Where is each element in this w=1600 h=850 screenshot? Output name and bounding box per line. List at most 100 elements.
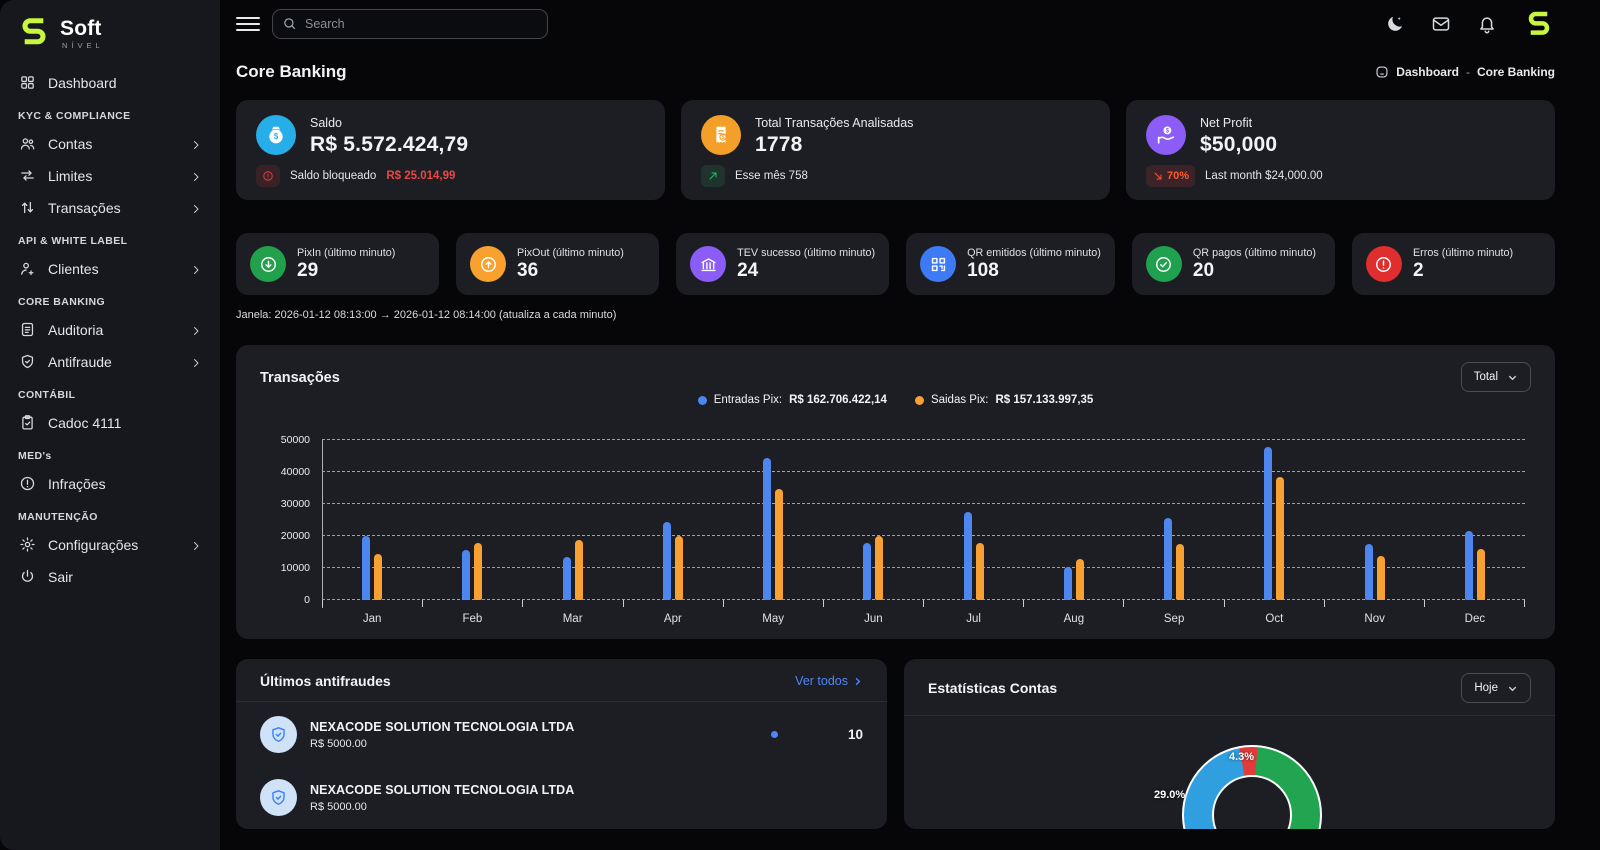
brand-avatar[interactable]	[1523, 8, 1555, 40]
antifraud-amount: R$ 5000.00	[310, 800, 367, 813]
sidebar-item-configuracoes[interactable]: Configurações	[8, 529, 212, 560]
chart-plot: 0 10000 20000 30000 40000 50000	[281, 434, 1525, 608]
mail-icon[interactable]	[1431, 14, 1451, 34]
stat-card-value: $50,000	[1200, 133, 1278, 156]
x-axis-tick-label: Sep	[1163, 613, 1185, 625]
stat-card-net-profit: $ Net Profit $50,000 70% Last month $24,…	[1126, 100, 1555, 200]
home-icon	[1375, 65, 1389, 79]
bar-group-jul	[924, 440, 1024, 600]
qr-code-icon	[920, 246, 957, 282]
stat-card-label: Saldo	[310, 116, 342, 130]
shield-avatar-icon	[260, 716, 297, 753]
sidebar-item-auditoria[interactable]: Auditoria	[8, 314, 212, 345]
audit-doc-icon	[18, 321, 36, 339]
menu-toggle-button[interactable]	[236, 15, 260, 33]
antifraud-company-name: NEXACODE SOLUTION TECNOLOGIA LTDA	[310, 719, 575, 734]
stat-card-saldo: $ Saldo R$ 5.572.424,79 Saldo bloqueado …	[236, 100, 665, 200]
chart-plot-zone: 0 10000 20000 30000 40000 50000 Jan Feb Mar Apr M…	[270, 434, 1526, 625]
bar-saidas-pix[interactable]	[1276, 477, 1285, 600]
moon-icon[interactable]	[1385, 14, 1405, 34]
sidebar-section-api-white-label: API & WHITE LABEL	[18, 235, 128, 247]
bar-saidas-pix[interactable]	[775, 489, 784, 600]
antifraud-list-item[interactable]: NEXACODE SOLUTION TECNOLOGIA LTDA R$ 500…	[236, 702, 887, 765]
bar-saidas-pix[interactable]	[1476, 549, 1485, 600]
antifraud-count: 10	[847, 727, 863, 742]
sidebar-item-transacoes[interactable]: Transações	[8, 192, 212, 223]
stat-card-label: Total Transações Analisadas	[755, 116, 914, 130]
bar-entradas-pix[interactable]	[1063, 567, 1072, 600]
breadcrumb-home[interactable]: Dashboard	[1396, 65, 1459, 79]
sidebar-item-clientes[interactable]: Clientes	[8, 253, 212, 284]
bar-entradas-pix[interactable]	[963, 512, 972, 600]
bar-saidas-pix[interactable]	[1075, 559, 1084, 600]
antifraud-list-item[interactable]: NEXACODE SOLUTION TECNOLOGIA LTDA R$ 500…	[236, 765, 887, 828]
chart-filter-select[interactable]: Total	[1460, 362, 1531, 392]
metric-card-label: Erros (último minuto)	[1412, 246, 1514, 259]
sidebar-section-core-banking: CORE BANKING	[18, 296, 106, 308]
sidebar-nav: Dashboard KYC & COMPLIANCE Contas Limites Tr…	[0, 60, 220, 599]
metric-card-value: 29	[297, 259, 319, 281]
sidebar-item-cadoc-4111[interactable]: Cadoc 4111	[8, 407, 212, 438]
sidebar-item-sair[interactable]: Sair	[8, 561, 212, 592]
x-axis-tick-label: Dec	[1464, 613, 1486, 625]
accounts-stats-filter-value: Hoje	[1474, 682, 1498, 694]
bar-entradas-pix[interactable]	[1464, 531, 1473, 600]
chevron-right-icon	[190, 138, 202, 150]
chevron-right-icon	[190, 324, 202, 336]
bar-group-sep	[1124, 440, 1224, 600]
x-axis-tick-label: Jan	[362, 613, 382, 625]
bar-saidas-pix[interactable]	[674, 536, 683, 600]
stat-card-value: 1778	[755, 133, 803, 156]
bar-saidas-pix[interactable]	[474, 543, 483, 600]
bar-entradas-pix[interactable]	[362, 536, 371, 600]
chevron-right-icon	[855, 677, 861, 685]
bar-entradas-pix[interactable]	[863, 543, 872, 600]
accounts-stats-card: Estatísticas Contas Hoje 4.3% 29.0%	[904, 659, 1555, 829]
soft-logo-icon	[22, 18, 46, 45]
sidebar-item-dashboard[interactable]: Dashboard	[8, 67, 212, 98]
sidebar-item-limites[interactable]: Limites	[8, 160, 212, 191]
bar-saidas-pix[interactable]	[1176, 544, 1185, 600]
bar-saidas-pix[interactable]	[1376, 556, 1385, 600]
x-axis-tick-label: Jun	[864, 613, 883, 625]
metric-card-label: QR pagos (último minuto)	[1192, 246, 1316, 259]
metric-card-value: 2	[1412, 259, 1424, 281]
bar-entradas-pix[interactable]	[1164, 518, 1173, 600]
breadcrumb: Dashboard - Core Banking	[1375, 65, 1555, 79]
bar-entradas-pix[interactable]	[462, 550, 471, 600]
antifraud-list: NEXACODE SOLUTION TECNOLOGIA LTDA R$ 500…	[236, 702, 887, 828]
bar-saidas-pix[interactable]	[975, 543, 984, 600]
x-axis-tick-label: May	[762, 613, 784, 625]
y-axis-tick-label: 30000	[280, 498, 310, 510]
bell-icon[interactable]	[1477, 14, 1497, 34]
x-axis-tick-label: Apr	[663, 613, 682, 625]
sidebar-item-label: Auditoria	[48, 321, 104, 338]
bar-group-aug	[1024, 440, 1124, 600]
bar-entradas-pix[interactable]	[763, 458, 772, 600]
metric-card-label: PixOut (último minuto)	[517, 246, 624, 259]
bar-entradas-pix[interactable]	[662, 522, 671, 600]
brand-logo[interactable]: Soft NÍVEL	[0, 0, 220, 60]
bar-entradas-pix[interactable]	[1264, 447, 1273, 600]
bar-saidas-pix[interactable]	[574, 540, 583, 600]
sidebar-item-contas[interactable]: Contas	[8, 128, 212, 159]
x-axis-tick-label: Mar	[562, 613, 583, 625]
antifraud-see-all-link[interactable]: Ver todos	[795, 674, 863, 688]
sidebar-item-antifraude[interactable]: Antifraude	[8, 346, 212, 377]
bar-entradas-pix[interactable]	[1364, 544, 1373, 600]
accounts-stats-filter-select[interactable]: Hoje	[1461, 673, 1531, 703]
clipboard-icon	[18, 414, 36, 432]
search-input[interactable]	[272, 9, 548, 39]
legend-item-entradas-pix: Entradas Pix: R$ 162.706.422,14	[697, 394, 887, 406]
transactions-chart-card: Transações Total Entradas Pix: R$ 162.70…	[236, 345, 1555, 639]
bar-saidas-pix[interactable]	[374, 554, 383, 600]
chevron-right-icon	[190, 539, 202, 551]
bar-saidas-pix[interactable]	[875, 536, 884, 600]
chevron-down-icon	[1508, 686, 1517, 691]
shield-avatar-icon	[260, 779, 297, 816]
bar-entradas-pix[interactable]	[562, 557, 571, 600]
donut-slice-label: 4.3%	[1229, 751, 1255, 763]
sidebar-item-infracoes[interactable]: Infrações	[8, 468, 212, 499]
bar-group-feb	[422, 440, 522, 600]
metric-card-value: 20	[1192, 259, 1215, 281]
